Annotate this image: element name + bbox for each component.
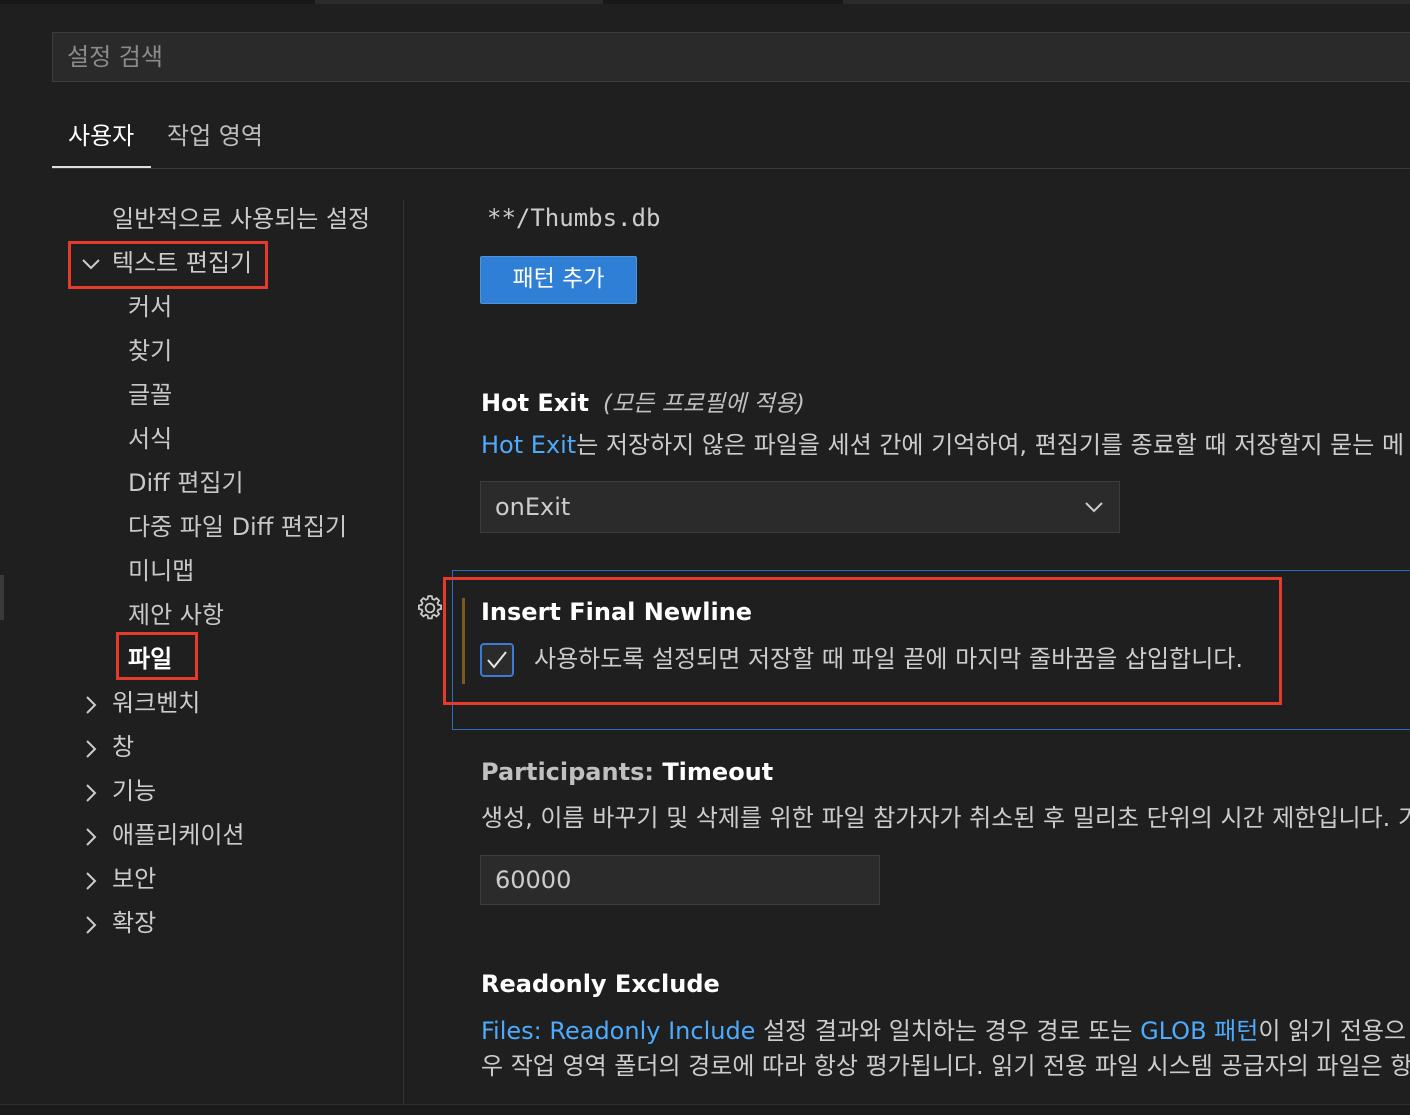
top-edge (0, 0, 1410, 4)
hot-exit-description: Hot Exit는 저장하지 않은 파일을 세션 간에 기억하여, 편집기를 종… (481, 428, 1404, 463)
readonly-exclude-text: 설정 결과와 일치하는 경우 경로 또는 (755, 1017, 1141, 1045)
toc-item-workbench[interactable]: 워크벤치 (112, 687, 200, 719)
sash-handle[interactable] (0, 575, 4, 620)
hot-exit-description-text: 는 저장하지 않은 파일을 세션 간에 기억하여, 편집기를 종료할 때 저장할… (576, 431, 1405, 459)
add-pattern-button[interactable]: 패턴 추가 (480, 256, 637, 304)
participants-timeout-description: 생성, 이름 바꾸기 및 삭제를 위한 파일 참가자가 취소된 후 밀리초 단위… (481, 804, 1410, 832)
toc-item-security[interactable]: 보안 (112, 863, 156, 895)
chevron-right-icon[interactable] (80, 870, 102, 892)
chevron-right-icon[interactable] (80, 738, 102, 760)
chevron-right-icon[interactable] (80, 826, 102, 848)
modified-indicator (462, 598, 465, 684)
readonly-exclude-description-line2: 우 작업 영역 폴더의 경로에 따라 항상 평가됩니다. 읽기 전용 파일 시스… (481, 1052, 1410, 1080)
toc-item-font[interactable]: 글꼴 (128, 379, 172, 411)
hot-exit-select-value: onExit (495, 493, 571, 521)
toc-item-extensions[interactable]: 확장 (112, 907, 156, 939)
toc-item-features[interactable]: 기능 (112, 775, 156, 807)
participants-timeout-category: Participants: (481, 758, 663, 786)
glob-pattern-link[interactable]: GLOB 패턴 (1140, 1017, 1258, 1045)
toc-item-cursor[interactable]: 커서 (128, 291, 172, 323)
settings-search-box[interactable] (52, 32, 1410, 82)
readonly-exclude-title: Readonly Exclude (481, 970, 720, 998)
toc-item-minimap[interactable]: 미니맵 (128, 555, 194, 587)
chevron-down-icon (1083, 496, 1105, 522)
insert-final-newline-description: 사용하도록 설정되면 저장할 때 파일 끝에 마지막 줄바꿈을 삽입합니다. (534, 645, 1243, 673)
hot-exit-link[interactable]: Hot Exit (481, 431, 576, 459)
participants-timeout-input[interactable] (481, 856, 879, 904)
tabs-divider (52, 168, 1410, 169)
tab-workspace[interactable]: 작업 영역 (167, 108, 263, 168)
hot-exit-select[interactable]: onExit (480, 481, 1120, 533)
settings-list[interactable]: **/Thumbs.db 패턴 추가 Hot Exit (모든 프로필에 적용) … (404, 200, 1410, 1114)
exclude-pattern-item[interactable]: **/Thumbs.db (487, 204, 660, 232)
readonly-exclude-text: 이 읽기 전용으 (1258, 1017, 1407, 1045)
readonly-exclude-description-line1: Files: Readonly Include 설정 결과와 일치하는 경우 경… (481, 1014, 1406, 1049)
toc-item-find[interactable]: 찾기 (128, 335, 172, 367)
top-edge-tab (315, 0, 603, 4)
participants-timeout-title-text: Timeout (662, 758, 774, 786)
participants-timeout-field[interactable] (480, 855, 880, 905)
toc-item-common[interactable]: 일반적으로 사용되는 설정 (112, 203, 370, 235)
chevron-down-icon[interactable] (80, 253, 102, 275)
chevron-right-icon[interactable] (80, 694, 102, 716)
toc-item-suggestions[interactable]: 제안 사항 (128, 599, 224, 631)
hot-exit-title: Hot Exit (모든 프로필에 적용) (481, 384, 805, 418)
chevron-right-icon[interactable] (80, 914, 102, 936)
toc-item-text-editor[interactable]: 텍스트 편집기 (112, 247, 252, 279)
toc-item-application[interactable]: 애플리케이션 (112, 819, 244, 851)
toc-item-formatting[interactable]: 서식 (128, 423, 172, 455)
participants-timeout-title: Participants: Timeout (481, 758, 773, 786)
tab-user[interactable]: 사용자 (68, 108, 134, 168)
insert-final-newline-title: Insert Final Newline (481, 598, 753, 626)
bottom-edge (0, 1104, 1410, 1115)
gear-icon[interactable] (415, 593, 445, 623)
insert-final-newline-checkbox[interactable] (480, 643, 514, 677)
top-edge-tab (843, 0, 1410, 4)
toc-item-diff-editor[interactable]: Diff 편집기 (128, 467, 244, 499)
hot-exit-scope: (모든 프로필에 적용) (602, 391, 805, 417)
toc-item-multi-diff-editor[interactable]: 다중 파일 Diff 편집기 (128, 511, 347, 543)
toc-item-files[interactable]: 파일 (128, 643, 172, 675)
toc-item-window[interactable]: 창 (112, 731, 134, 763)
search-input[interactable] (53, 33, 1410, 81)
readonly-include-link[interactable]: Files: Readonly Include (481, 1017, 755, 1045)
chevron-right-icon[interactable] (80, 782, 102, 804)
hot-exit-title-text: Hot Exit (481, 389, 589, 417)
